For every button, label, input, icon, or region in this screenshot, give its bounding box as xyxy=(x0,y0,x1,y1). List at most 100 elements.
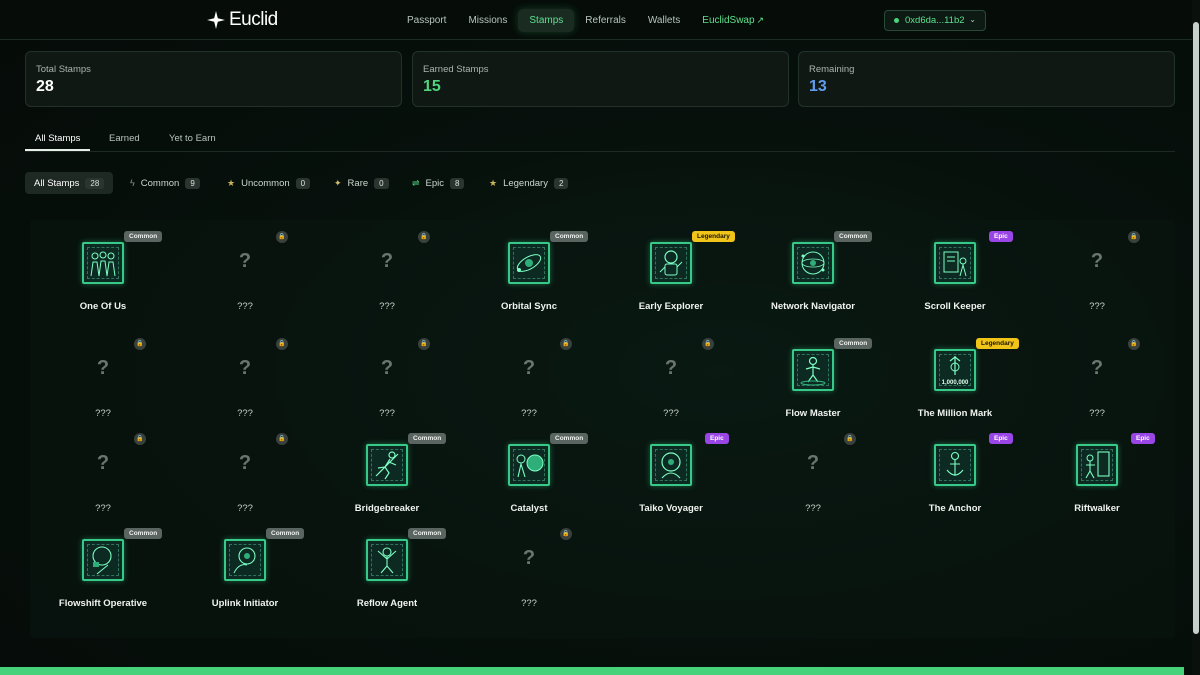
flow-icon xyxy=(792,349,834,391)
stamp-card[interactable]: ? 🔒??? xyxy=(600,337,742,433)
filter-common[interactable]: ϟ Common 9 xyxy=(121,172,209,194)
stamp-card[interactable]: Common Reflow Agent xyxy=(316,527,458,623)
nav-missions[interactable]: Missions xyxy=(457,9,518,32)
rarity-badge: Common xyxy=(124,231,163,242)
stat-card-remaining: Remaining 13 xyxy=(798,51,1175,107)
stamp-name: ??? xyxy=(805,503,821,514)
nav-euclidswap[interactable]: EuclidSwap ↗ xyxy=(691,9,775,32)
nav-stamps[interactable]: Stamps xyxy=(518,9,575,32)
stamp-name: Catalyst xyxy=(510,503,548,514)
stat-value: 13 xyxy=(809,78,827,95)
stamp-card[interactable]: Common Flow Master xyxy=(742,337,884,433)
stamp-name: Taiko Voyager xyxy=(639,503,703,514)
stamp-card[interactable]: Common Network Navigator xyxy=(742,230,884,326)
scrollbar-thumb[interactable] xyxy=(1193,22,1199,634)
portal-icon xyxy=(1076,444,1118,486)
stamp-name: Flowshift Operative xyxy=(58,598,148,609)
stamp-name: Early Explorer xyxy=(638,301,704,312)
star-icon: ★ xyxy=(227,177,236,188)
stamp-card[interactable]: Common Flowshift Operative xyxy=(32,527,174,623)
sparkle-logo-icon xyxy=(207,11,225,29)
filter-legendary[interactable]: ★ Legendary 2 xyxy=(480,172,577,194)
stamp-card[interactable]: ? 🔒??? xyxy=(458,527,600,623)
stamp-card[interactable]: ? 🔒??? xyxy=(742,432,884,528)
stamp-card[interactable]: ? 🔒??? xyxy=(32,432,174,528)
stamp-name: Network Navigator xyxy=(771,301,855,312)
stamp-card[interactable]: Epic The Anchor xyxy=(884,432,1026,528)
stamp-card[interactable]: Common Uplink Initiator xyxy=(174,527,316,623)
question-mark-icon: ? xyxy=(522,357,536,379)
stamp-card[interactable]: Epic Taiko Voyager xyxy=(600,432,742,528)
stamp-name: ??? xyxy=(1089,408,1105,419)
question-mark-icon: ? xyxy=(522,547,536,569)
filter-uncommon[interactable]: ★ Uncommon 0 xyxy=(218,172,319,194)
filter-count: 9 xyxy=(185,177,200,189)
svg-text:1,000,000: 1,000,000 xyxy=(942,380,969,386)
nav-referrals[interactable]: Referrals xyxy=(574,9,637,32)
filter-count: 2 xyxy=(553,177,569,189)
filter-all-stamps[interactable]: All Stamps 28 xyxy=(25,172,114,194)
rarity-badge: Common xyxy=(550,231,589,242)
stamp-name: ??? xyxy=(95,503,111,514)
stat-label: Remaining xyxy=(809,64,855,75)
stat-label: Earned Stamps xyxy=(423,64,489,75)
stamp-card[interactable]: Common Orbital Sync xyxy=(458,230,600,326)
stamp-card[interactable]: ? 🔒??? xyxy=(174,230,316,326)
stat-value: 28 xyxy=(36,78,54,95)
stamp-card[interactable]: 1,000,000 Legendary The Million Mark xyxy=(884,337,1026,433)
lock-icon: 🔒 xyxy=(1128,338,1140,350)
stamp-card[interactable]: ? 🔒??? xyxy=(174,337,316,433)
lock-icon: 🔒 xyxy=(844,433,856,445)
lock-icon: 🔒 xyxy=(418,231,430,243)
stamp-card[interactable]: ? 🔒??? xyxy=(174,432,316,528)
lock-icon: 🔒 xyxy=(134,433,146,445)
lock-icon: 🔒 xyxy=(276,231,288,243)
million-icon: 1,000,000 xyxy=(934,349,976,391)
lock-icon: 🔒 xyxy=(276,433,288,445)
rarity-badge: Common xyxy=(550,433,589,444)
lock-icon: 🔒 xyxy=(276,338,288,350)
stamp-name: ??? xyxy=(521,598,537,609)
tab-yet-to-earn[interactable]: Yet to Earn xyxy=(159,128,226,151)
crowd-icon xyxy=(82,242,124,284)
filter-label: Common xyxy=(140,177,180,189)
brand-logo[interactable]: Euclid xyxy=(207,9,278,31)
filter-rare[interactable]: ✦ Rare 0 xyxy=(325,172,398,194)
stamp-card[interactable]: Legendary Early Explorer xyxy=(600,230,742,326)
nav-passport[interactable]: Passport xyxy=(396,9,457,32)
wallet-button[interactable]: 0xd6da...11b2 ⌄ xyxy=(884,10,986,31)
stamp-card[interactable]: ? 🔒??? xyxy=(316,337,458,433)
uplink-icon xyxy=(224,539,266,581)
question-mark-icon: ? xyxy=(96,357,110,379)
tab-all-stamps[interactable]: All Stamps xyxy=(25,128,91,151)
rarity-badge: Epic xyxy=(989,433,1013,444)
stamp-card[interactable]: ? 🔒??? xyxy=(32,337,174,433)
stamp-name: ??? xyxy=(237,408,253,419)
lock-icon: 🔒 xyxy=(418,338,430,350)
stamp-card[interactable]: Common One Of Us xyxy=(32,230,174,326)
filter-count: 28 xyxy=(85,177,105,189)
stamp-name: One Of Us xyxy=(79,301,127,312)
lock-icon: 🔒 xyxy=(560,528,572,540)
filter-label: All Stamps xyxy=(34,177,80,189)
rarity-badge: Common xyxy=(834,231,873,242)
stamp-card[interactable]: ? 🔒??? xyxy=(458,337,600,433)
question-mark-icon: ? xyxy=(238,452,252,474)
rarity-badge: Epic xyxy=(1131,433,1155,444)
stamp-card[interactable]: Epic Riftwalker xyxy=(1026,432,1168,528)
network-icon xyxy=(792,242,834,284)
filter-epic[interactable]: ⇌ Epic 8 xyxy=(403,172,473,194)
stamp-card[interactable]: ? 🔒??? xyxy=(1026,230,1168,326)
stamp-card[interactable]: ? 🔒??? xyxy=(1026,337,1168,433)
question-mark-icon: ? xyxy=(380,250,394,272)
stamp-name: Flow Master xyxy=(785,408,841,419)
rarity-badge: Common xyxy=(408,433,447,444)
stamp-card[interactable]: ? 🔒??? xyxy=(316,230,458,326)
runner-icon xyxy=(366,444,408,486)
stat-label: Total Stamps xyxy=(36,64,91,75)
tab-earned[interactable]: Earned xyxy=(99,128,150,151)
stamp-card[interactable]: Epic Scroll Keeper xyxy=(884,230,1026,326)
stamp-card[interactable]: Common Bridgebreaker xyxy=(316,432,458,528)
nav-wallets[interactable]: Wallets xyxy=(637,9,691,32)
stamp-card[interactable]: Common Catalyst xyxy=(458,432,600,528)
